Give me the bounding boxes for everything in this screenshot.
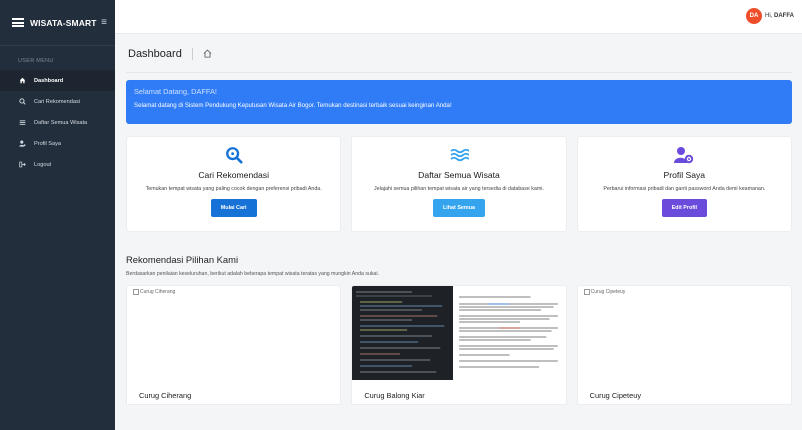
user-icon bbox=[18, 140, 26, 148]
recommendation-grid: Curug Ciherang Curug Ciherang Curug Balo… bbox=[126, 285, 792, 405]
feature-cards: Cari Rekomendasi Temukan tempat wisata y… bbox=[126, 136, 792, 232]
main-content: Dashboard Selamat Datang, DAFFA! Selamat… bbox=[115, 35, 802, 430]
greeting-prefix: Hi, bbox=[764, 13, 773, 19]
place-name: Curug Cipeteuy bbox=[589, 391, 642, 400]
edit-profil-button[interactable]: Edit Profil bbox=[661, 199, 708, 218]
card-profil-saya: Profil Saya Perbarui informasi pribadi d… bbox=[576, 136, 792, 232]
water-icon bbox=[352, 145, 565, 165]
sidebar-toggle-icon[interactable]: ≡ bbox=[101, 17, 107, 28]
logout-icon bbox=[18, 161, 26, 169]
recommendations-title: Rekomendasi Pilihan Kami bbox=[126, 254, 239, 265]
hamburger-icon bbox=[12, 18, 24, 27]
card-daftar-wisata: Daftar Semua Wisata Jelajahi semua pilih… bbox=[351, 136, 567, 232]
place-card[interactable]: Curug Balong Kiar bbox=[351, 285, 567, 405]
sidebar-item-label: Logout bbox=[34, 161, 52, 168]
brand-bar: WISATA-SMART ≡ bbox=[0, 0, 115, 46]
search-icon bbox=[127, 145, 340, 165]
card-description: Perbarui informasi pribadi dan ganti pas… bbox=[603, 186, 766, 192]
search-icon bbox=[18, 98, 26, 106]
username: DAFFA bbox=[774, 13, 794, 19]
recommendations-subtitle: Berdasarkan penilaian keseluruhan, berik… bbox=[126, 271, 379, 277]
page-title: Dashboard bbox=[128, 47, 182, 60]
code-editor-thumbnail bbox=[352, 286, 453, 380]
sidebar-item-label: Daftar Semua Wisata bbox=[34, 119, 88, 126]
card-description: Jelajahi semua pilihan tempat wisata air… bbox=[374, 186, 544, 192]
home-icon[interactable] bbox=[203, 45, 212, 63]
image-alt-text: Curug Cipeteuy bbox=[590, 289, 626, 295]
home-icon bbox=[18, 77, 26, 85]
card-title: Cari Rekomendasi bbox=[198, 170, 270, 180]
broken-image-icon: Curug Ciherang bbox=[133, 289, 175, 295]
mulai-cari-button[interactable]: Mulai Cari bbox=[210, 199, 257, 218]
place-image bbox=[352, 286, 566, 380]
place-name: Curug Balong Kiar bbox=[364, 391, 425, 400]
screenshot-thumbnail bbox=[352, 286, 566, 380]
card-cari-rekomendasi: Cari Rekomendasi Temukan tempat wisata y… bbox=[126, 136, 342, 232]
menu-label: USER MENU bbox=[18, 58, 54, 64]
list-icon bbox=[18, 119, 26, 127]
sidebar-item-label: Profil Saya bbox=[34, 140, 62, 147]
sidebar-item-label: Cari Rekomendasi bbox=[34, 98, 81, 105]
place-name: Curug Ciherang bbox=[139, 391, 192, 400]
greeting: Hi, DAFFA bbox=[765, 13, 794, 19]
sidebar: WISATA-SMART ≡ USER MENU Dashboard Cari … bbox=[0, 0, 115, 430]
welcome-alert: Selamat Datang, DAFFA! Selamat datang di… bbox=[126, 80, 792, 124]
sidebar-item-daftar-wisata[interactable]: Daftar Semua Wisata bbox=[0, 112, 115, 133]
brand-name[interactable]: WISATA-SMART bbox=[30, 18, 101, 28]
sidebar-nav: Dashboard Cari Rekomendasi Daftar Semua … bbox=[0, 70, 115, 175]
alert-message: Selamat datang di Sistem Pendukung Keput… bbox=[134, 102, 452, 109]
avatar: DA bbox=[745, 8, 762, 24]
place-card[interactable]: Curug Ciherang Curug Ciherang bbox=[126, 285, 342, 405]
place-image: Curug Ciherang bbox=[127, 286, 340, 380]
card-title: Daftar Semua Wisata bbox=[418, 170, 500, 180]
divider bbox=[191, 47, 193, 60]
lihat-semua-button[interactable]: Lihat Semua bbox=[432, 199, 486, 218]
image-alt-text: Curug Ciherang bbox=[140, 289, 176, 295]
sidebar-item-label: Dashboard bbox=[34, 77, 64, 84]
sidebar-item-cari-rekomendasi[interactable]: Cari Rekomendasi bbox=[0, 91, 115, 112]
alert-heading: Selamat Datang, DAFFA! bbox=[134, 87, 217, 96]
sidebar-item-logout[interactable]: Logout bbox=[0, 154, 115, 175]
broken-image-icon: Curug Cipeteuy bbox=[583, 289, 626, 295]
sidebar-item-profil[interactable]: Profil Saya bbox=[0, 133, 115, 154]
place-card[interactable]: Curug Cipeteuy Curug Cipeteuy bbox=[576, 285, 792, 405]
document-thumbnail bbox=[453, 286, 566, 380]
card-title: Profil Saya bbox=[663, 170, 706, 180]
user-menu[interactable]: DA Hi, DAFFA bbox=[745, 8, 794, 24]
card-description: Temukan tempat wisata yang paling cocok … bbox=[145, 186, 322, 192]
place-image: Curug Cipeteuy bbox=[578, 286, 791, 380]
topbar: DA Hi, DAFFA bbox=[115, 0, 802, 34]
page-header: Dashboard bbox=[126, 35, 792, 73]
sidebar-item-dashboard[interactable]: Dashboard bbox=[0, 70, 115, 91]
user-settings-icon bbox=[578, 145, 791, 165]
